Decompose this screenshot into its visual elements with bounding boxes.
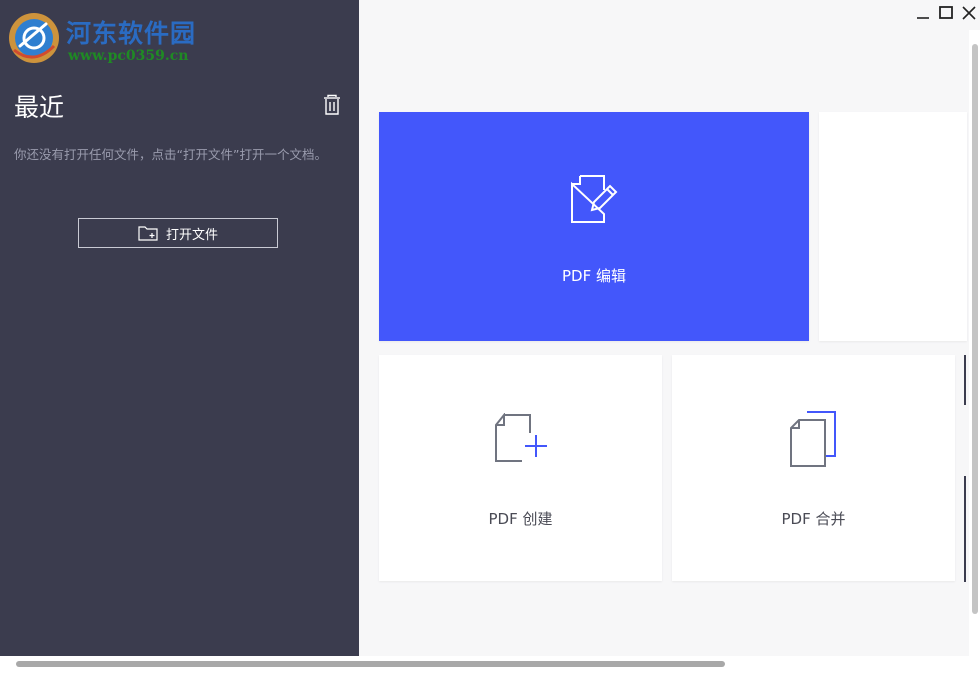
folder-plus-icon <box>138 226 158 241</box>
trash-icon[interactable] <box>322 94 342 116</box>
vertical-scrollbar-thumb[interactable] <box>972 44 978 614</box>
open-file-button[interactable]: 打开文件 <box>78 218 278 248</box>
documents-stack-icon <box>790 411 836 467</box>
pdf-edit-label: PDF 编辑 <box>562 267 626 285</box>
card-edge-marker <box>964 355 966 405</box>
document-pencil-icon <box>571 175 618 223</box>
maximize-icon[interactable] <box>937 4 955 22</box>
watermark-title: 河东软件园 <box>66 19 197 48</box>
horizontal-scrollbar-thumb[interactable] <box>16 661 725 667</box>
gear-logo-icon <box>9 13 59 63</box>
app-window: 河东软件园 www.pc0359.cn 最近 你还没有打开任何文件，点击“打开文… <box>0 0 980 674</box>
minimize-icon[interactable] <box>914 4 932 22</box>
document-plus-icon <box>495 413 547 462</box>
pdf-create-card[interactable]: PDF 创建 <box>379 355 662 581</box>
blank-card <box>819 112 967 341</box>
close-icon[interactable] <box>960 4 978 22</box>
recent-sidebar: 河东软件园 www.pc0359.cn 最近 你还没有打开任何文件，点击“打开文… <box>0 0 359 656</box>
pdf-merge-card[interactable]: PDF 合并 <box>672 355 955 581</box>
watermark-url: www.pc0359.cn <box>68 48 189 64</box>
empty-recent-hint: 你还没有打开任何文件，点击“打开文件”打开一个文档。 <box>14 147 327 162</box>
pdf-create-label: PDF 创建 <box>488 510 553 528</box>
open-file-label: 打开文件 <box>165 227 218 243</box>
card-edge-marker <box>964 476 966 582</box>
pdf-merge-label: PDF 合并 <box>781 510 846 528</box>
recent-title: 最近 <box>14 93 65 122</box>
watermark: 河东软件园 www.pc0359.cn <box>6 8 226 68</box>
pdf-edit-card[interactable]: PDF 编辑 <box>379 112 809 341</box>
